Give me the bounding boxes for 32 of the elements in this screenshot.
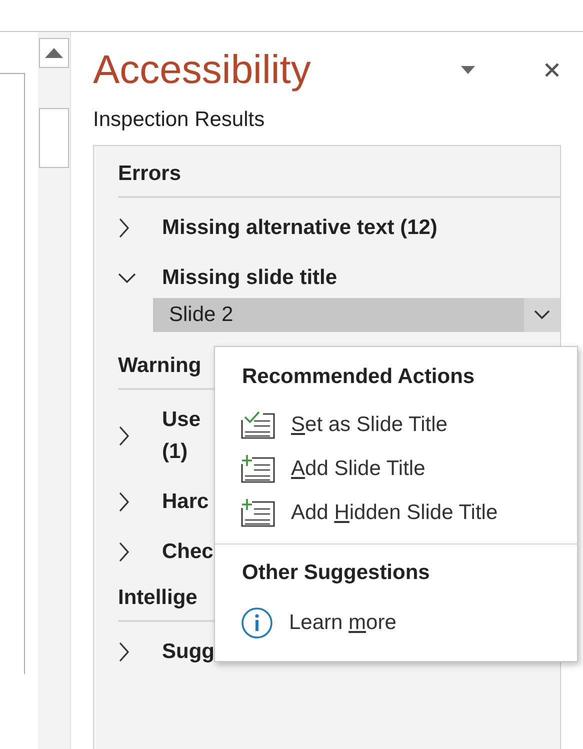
menu-item[interactable]: Add Slide Title bbox=[215, 447, 577, 491]
chevron-down-icon bbox=[534, 310, 550, 320]
issue-label[interactable]: Chec bbox=[162, 536, 214, 568]
menu-heading: Other Suggestions bbox=[241, 561, 431, 585]
slide-title-check-icon bbox=[241, 411, 275, 439]
issue-label[interactable]: Sugg bbox=[162, 636, 214, 668]
add-slide-title-icon bbox=[241, 455, 275, 483]
section-heading: Errors bbox=[118, 162, 560, 198]
menu-item[interactable]: Add Hidden Slide Title bbox=[215, 491, 577, 535]
chevron-down-icon[interactable] bbox=[118, 272, 136, 284]
menu-item[interactable]: Set as Slide Title bbox=[215, 403, 577, 447]
chevron-right-icon[interactable] bbox=[118, 492, 130, 512]
pane-title: Accessibility bbox=[93, 48, 312, 92]
add-slide-title-icon bbox=[241, 499, 275, 527]
section-label: Inspection Results bbox=[93, 108, 266, 132]
scrollbar-thumb[interactable] bbox=[39, 108, 69, 168]
up-arrow-icon bbox=[45, 48, 63, 58]
chevron-right-icon[interactable] bbox=[118, 426, 130, 446]
close-icon[interactable] bbox=[545, 63, 559, 77]
scroll-up-button[interactable] bbox=[39, 38, 69, 68]
issue-label[interactable]: Missing alternative text (12) bbox=[162, 212, 438, 244]
chevron-right-icon[interactable] bbox=[118, 642, 130, 662]
dropdown-button[interactable] bbox=[524, 298, 560, 332]
dropdown-icon[interactable] bbox=[461, 66, 475, 74]
issue-label[interactable]: Use (1) bbox=[162, 404, 201, 468]
slide-item[interactable]: Slide 2 bbox=[153, 298, 524, 332]
chevron-right-icon[interactable] bbox=[118, 542, 130, 562]
chevron-right-icon[interactable] bbox=[118, 218, 130, 238]
menu-heading: Recommended Actions bbox=[241, 365, 476, 389]
issue-label[interactable]: Missing slide title bbox=[162, 262, 338, 294]
issue-label[interactable]: Harc bbox=[162, 486, 209, 518]
info-icon bbox=[241, 607, 273, 639]
